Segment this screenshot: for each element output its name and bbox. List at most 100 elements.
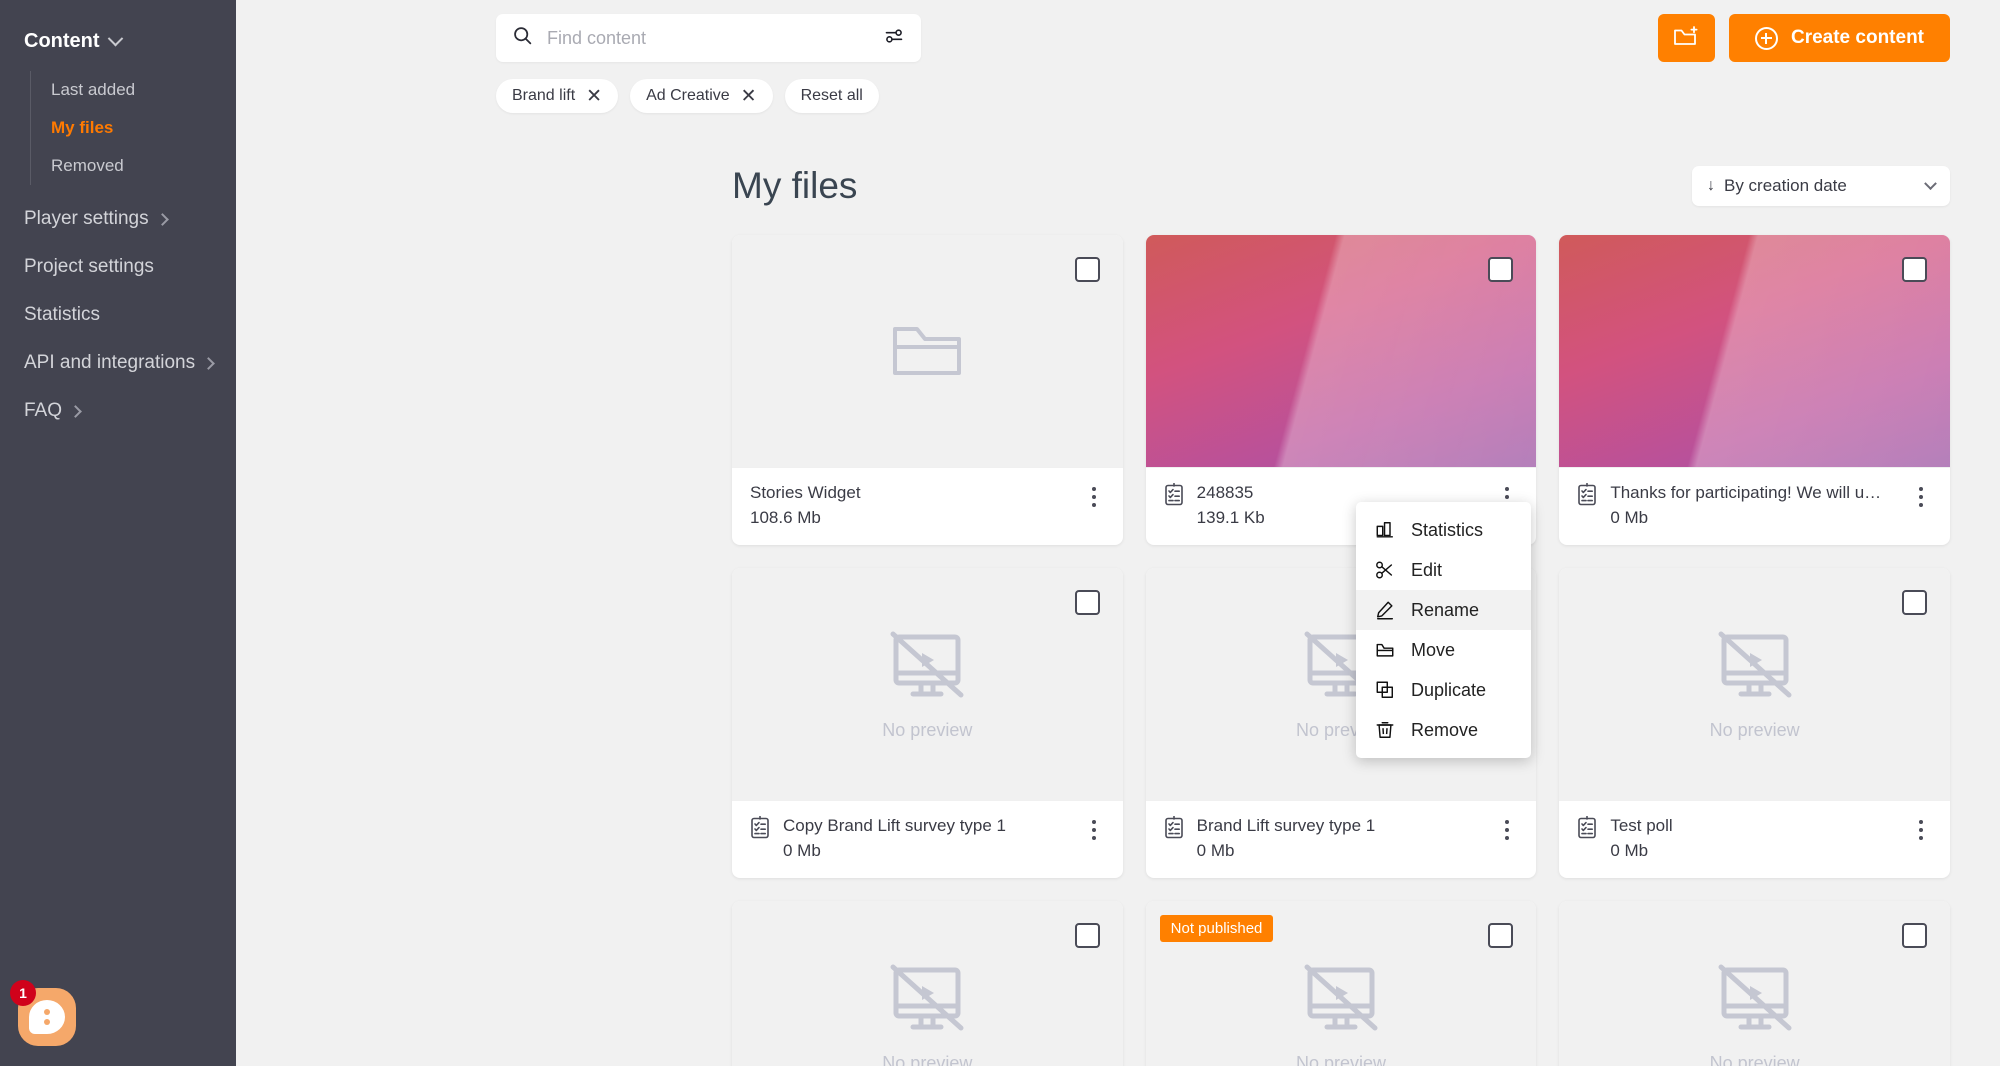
sidebar: Content Last added My files Removed Play… <box>0 0 236 1066</box>
close-icon[interactable]: ✕ <box>741 87 757 106</box>
card-title: Test poll <box>1610 816 1897 836</box>
chat-unread-badge: 1 <box>10 980 36 1006</box>
no-preview-icon <box>881 627 973 712</box>
context-menu-item-edit[interactable]: Edit <box>1356 550 1531 590</box>
sidebar-item-removed[interactable]: Removed <box>31 147 236 185</box>
page-header-row: My files ↓ By creation date <box>236 165 2000 207</box>
file-grid: Stories Widget 108.6 Mb <box>236 235 2000 1066</box>
chevron-down-icon <box>107 31 123 47</box>
folder-plus-icon <box>1673 24 1699 53</box>
context-menu-item-rename[interactable]: Rename <box>1356 590 1531 630</box>
sidebar-item-api-and-integrations[interactable]: API and integrations <box>0 339 236 387</box>
search-input[interactable] <box>547 28 883 49</box>
context-menu-item-duplicate[interactable]: Duplicate <box>1356 670 1531 710</box>
card-checkbox[interactable] <box>1488 923 1513 948</box>
sidebar-item-my-files[interactable]: My files <box>31 109 236 147</box>
close-icon[interactable]: ✕ <box>586 87 602 106</box>
sidebar-item-player-settings[interactable]: Player settings <box>0 195 236 243</box>
card-checkbox[interactable] <box>1075 257 1100 282</box>
no-preview-icon <box>1709 960 1801 1045</box>
sidebar-header-content[interactable]: Content <box>0 22 236 61</box>
no-preview-icon <box>1709 627 1801 712</box>
chip-label: Brand lift <box>512 87 575 105</box>
chat-bubble-icon <box>29 1000 65 1034</box>
no-preview-label: No preview <box>882 1053 972 1066</box>
sidebar-item-label: Player settings <box>24 208 149 230</box>
folder-icon <box>889 317 965 386</box>
filter-chips: Brand lift ✕ Ad Creative ✕ Reset all <box>496 79 921 113</box>
card-checkbox[interactable] <box>1075 590 1100 615</box>
file-card[interactable]: No preview <box>732 568 1123 878</box>
chat-support-widget[interactable]: 1 <box>18 988 76 1046</box>
no-preview-icon <box>881 960 973 1045</box>
card-title: Copy Brand Lift survey type 1 <box>783 816 1070 836</box>
scissors-icon <box>1374 559 1396 581</box>
card-menu-button[interactable] <box>1083 483 1105 507</box>
card-menu-button[interactable] <box>1910 816 1932 840</box>
card-meta: Copy Brand Lift survey type 1 0 Mb <box>732 800 1123 878</box>
file-card[interactable]: No preview <box>1559 901 1950 1066</box>
card-thumbnail: No preview <box>732 901 1123 1066</box>
trash-icon <box>1374 719 1396 741</box>
context-menu-item-remove[interactable]: Remove <box>1356 710 1531 750</box>
sidebar-subnav: Last added My files Removed <box>30 71 236 185</box>
card-checkbox[interactable] <box>1902 257 1927 282</box>
card-size: 0 Mb <box>1610 841 1897 861</box>
card-size: 108.6 Mb <box>750 508 1070 528</box>
file-card[interactable]: Not published No preview <box>1146 901 1537 1066</box>
card-thumbnail: No preview <box>732 568 1123 800</box>
chevron-right-icon <box>202 357 215 370</box>
sidebar-item-faq[interactable]: FAQ <box>0 387 236 435</box>
chevron-right-icon <box>156 213 169 226</box>
card-checkbox[interactable] <box>1488 257 1513 282</box>
new-folder-button[interactable] <box>1658 14 1715 62</box>
card-title: Stories Widget <box>750 483 1070 503</box>
pencil-icon <box>1374 599 1396 621</box>
file-card[interactable]: Stories Widget 108.6 Mb <box>732 235 1123 545</box>
card-thumbnail: No preview <box>1559 568 1950 800</box>
card-menu-button[interactable] <box>1083 816 1105 840</box>
file-card[interactable]: 248835 139.1 Kb <box>1146 235 1537 545</box>
create-content-button[interactable]: Create content <box>1729 14 1950 62</box>
card-menu-button[interactable] <box>1910 483 1932 507</box>
app-root: Content Last added My files Removed Play… <box>0 0 2000 1066</box>
sidebar-item-project-settings[interactable]: Project settings <box>0 243 236 291</box>
card-title: 248835 <box>1197 483 1484 503</box>
sidebar-item-last-added[interactable]: Last added <box>31 71 236 109</box>
no-preview-label: No preview <box>1296 1053 1386 1066</box>
sidebar-header-label: Content <box>24 30 100 53</box>
survey-icon <box>1164 483 1184 511</box>
status-badge: Not published <box>1160 915 1274 942</box>
sidebar-item-label: FAQ <box>24 400 62 422</box>
sliders-filter-icon[interactable] <box>883 26 905 51</box>
card-checkbox[interactable] <box>1075 923 1100 948</box>
search-box[interactable] <box>496 14 921 62</box>
card-thumbnail <box>1146 235 1537 467</box>
file-card[interactable]: No preview <box>732 901 1123 1066</box>
file-card[interactable]: No preview <box>1559 568 1950 878</box>
card-checkbox[interactable] <box>1902 590 1927 615</box>
folder-icon <box>1374 639 1396 661</box>
card-menu-button[interactable] <box>1496 816 1518 840</box>
page-title: My files <box>732 165 857 207</box>
no-preview-label: No preview <box>1710 1053 1800 1066</box>
create-content-label: Create content <box>1791 27 1924 49</box>
sidebar-item-label: Project settings <box>24 256 154 278</box>
card-title: Brand Lift survey type 1 <box>1197 816 1484 836</box>
chip-label: Ad Creative <box>646 87 730 105</box>
card-thumbnail <box>1559 235 1950 467</box>
context-menu-item-statistics[interactable]: Statistics <box>1356 510 1531 550</box>
card-meta: Test poll 0 Mb <box>1559 800 1950 878</box>
context-menu-item-move[interactable]: Move <box>1356 630 1531 670</box>
card-checkbox[interactable] <box>1902 923 1927 948</box>
card-size: 0 Mb <box>783 841 1070 861</box>
card-size: 0 Mb <box>1610 508 1897 528</box>
filter-chip-ad-creative[interactable]: Ad Creative ✕ <box>630 79 773 113</box>
sort-dropdown[interactable]: ↓ By creation date <box>1692 166 1950 206</box>
no-preview-label: No preview <box>1710 720 1800 741</box>
reset-all-button[interactable]: Reset all <box>785 79 879 113</box>
file-card[interactable]: Thanks for participating! We will u… 0 M… <box>1559 235 1950 545</box>
duplicate-icon <box>1374 679 1396 701</box>
filter-chip-brand-lift[interactable]: Brand lift ✕ <box>496 79 618 113</box>
sidebar-item-statistics[interactable]: Statistics <box>0 291 236 339</box>
